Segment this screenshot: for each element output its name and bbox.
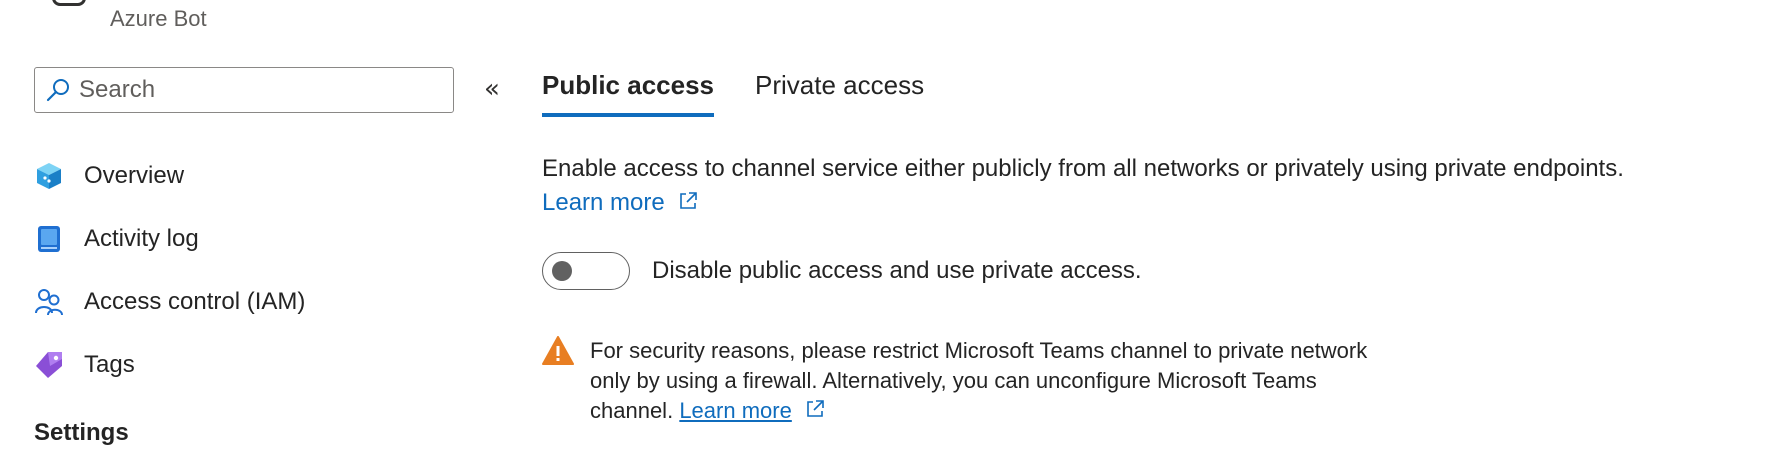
- page: Azure Bot « Overview: [0, 0, 1786, 452]
- sidebar-item-activity-log[interactable]: Activity log: [34, 219, 199, 259]
- sidebar-item-label: Tags: [84, 351, 135, 378]
- search-input[interactable]: [79, 76, 439, 104]
- collapse-sidebar-button[interactable]: «: [484, 76, 500, 102]
- search-icon: [46, 79, 69, 102]
- overview-cube-icon: [34, 161, 64, 191]
- sidebar-item-tags[interactable]: Tags: [34, 345, 135, 385]
- activity-log-icon: [34, 224, 64, 254]
- access-description: Enable access to channel service either …: [542, 152, 1762, 220]
- external-link-icon: [807, 400, 824, 417]
- warning-learn-more-link[interactable]: Learn more: [679, 398, 792, 423]
- people-icon: [34, 287, 64, 317]
- toggle-knob: [552, 261, 572, 281]
- bot-logo-icon: [52, 0, 86, 6]
- external-link-icon: [680, 192, 698, 209]
- warning-message: For security reasons, please restrict Mi…: [590, 336, 1390, 426]
- learn-more-link[interactable]: Learn more: [542, 189, 699, 216]
- sidebar-item-access-control[interactable]: Access control (IAM): [34, 282, 305, 322]
- sidebar-section-heading: Settings: [34, 419, 129, 446]
- resource-type-subtitle: Azure Bot: [110, 6, 207, 31]
- description-text: Enable access to channel service either …: [542, 155, 1624, 182]
- security-warning: For security reasons, please restrict Mi…: [542, 336, 1390, 426]
- warning-learn-more-label: Learn more: [679, 398, 792, 423]
- tab-private-access[interactable]: Private access: [755, 70, 924, 113]
- warning-icon: [542, 336, 574, 365]
- learn-more-label: Learn more: [542, 189, 665, 216]
- tag-icon: [34, 350, 64, 380]
- sidebar-item-label: Access control (IAM): [84, 288, 306, 315]
- sidebar-item-label: Activity log: [84, 225, 199, 252]
- disable-public-access-toggle[interactable]: [542, 252, 630, 290]
- public-access-toggle-row: Disable public access and use private ac…: [542, 252, 1142, 290]
- toggle-label: Disable public access and use private ac…: [652, 257, 1142, 284]
- tab-public-access[interactable]: Public access: [542, 70, 714, 117]
- sidebar-item-overview[interactable]: Overview: [34, 156, 184, 196]
- sidebar-item-label: Overview: [84, 162, 185, 189]
- sidebar-search[interactable]: [34, 67, 454, 113]
